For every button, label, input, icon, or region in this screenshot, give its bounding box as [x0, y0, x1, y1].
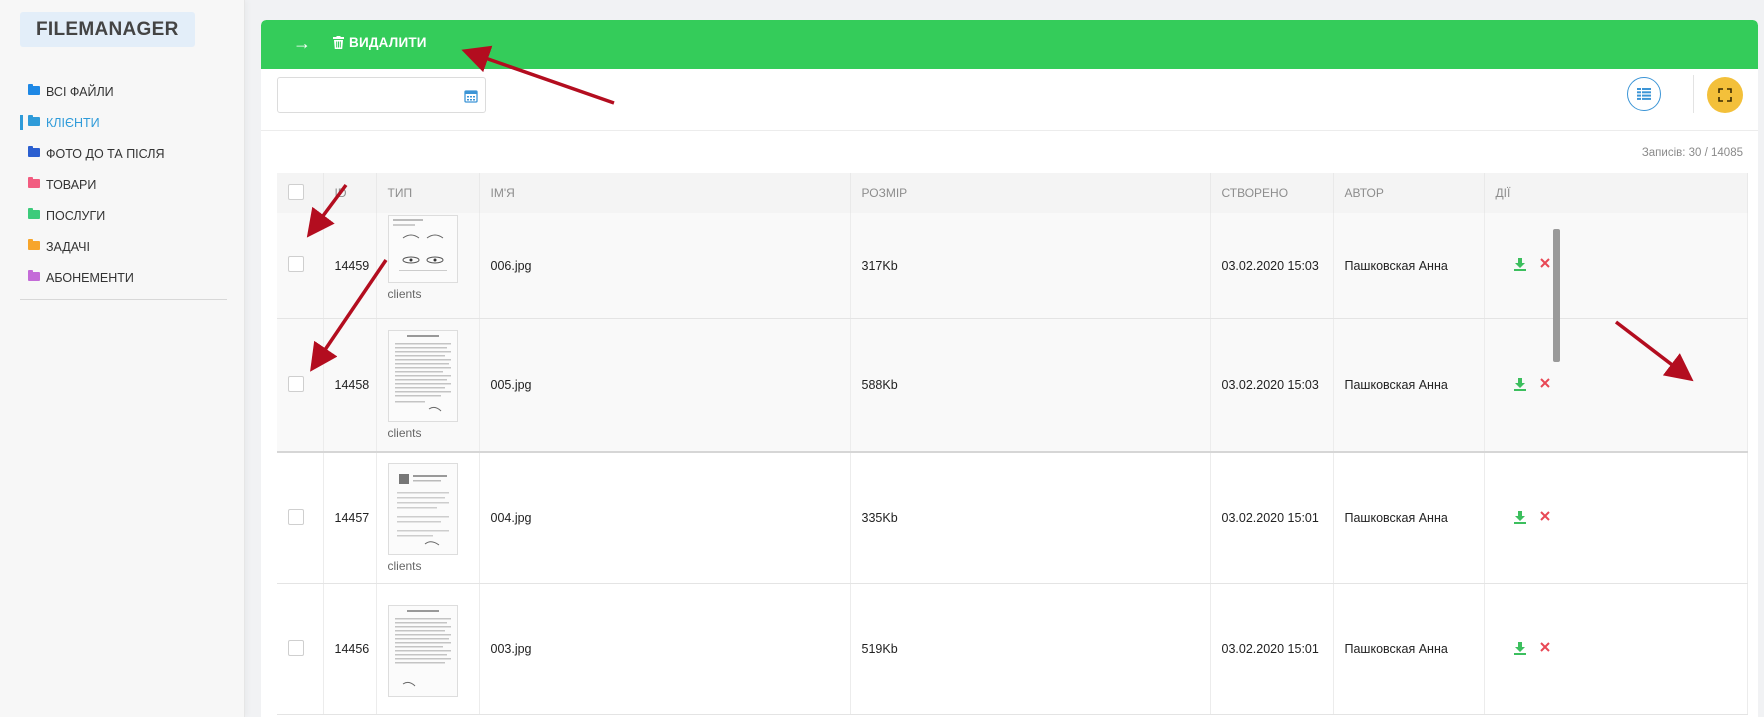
- download-icon[interactable]: [1513, 377, 1529, 393]
- toolbar-separator: [1693, 75, 1694, 113]
- file-name: 004.jpg: [479, 452, 851, 584]
- file-created: 03.02.2020 15:01: [1210, 583, 1334, 715]
- sidebar-item-label: ТОВАРИ: [46, 177, 97, 192]
- sidebar-item-label: ПОСЛУГИ: [46, 208, 106, 223]
- sidebar-item-clients[interactable]: КЛІЄНТИ: [20, 107, 230, 138]
- sidebar-item-tasks[interactable]: ЗАДАЧІ: [20, 231, 230, 262]
- records-count: Записів: 30 / 14085: [1641, 147, 1743, 159]
- column-header-type[interactable]: ТИП: [376, 173, 480, 213]
- app-brand[interactable]: FILEMANAGER: [20, 12, 195, 47]
- file-type-label: clients: [387, 559, 422, 573]
- file-size: 317Kb: [850, 213, 1211, 319]
- delete-button-label: ВИДАЛИТИ: [349, 35, 427, 50]
- file-size: 588Kb: [850, 318, 1211, 453]
- fullscreen-icon: [1718, 88, 1732, 102]
- action-toolbar: → ВИДАЛИТИ: [261, 20, 1758, 69]
- table-row[interactable]: 14456 003.jpg 519Kb 03.02.2020 15:01 Паш…: [277, 583, 1748, 715]
- table-header: ID ТИП ІМ'Я РОЗМІР СТВОРЕНО АВТОР ДІЇ: [277, 173, 1748, 213]
- row-checkbox[interactable]: [288, 375, 304, 392]
- sidebar-item-services[interactable]: ПОСЛУГИ: [20, 200, 230, 231]
- column-header-created[interactable]: СТВОРЕНО: [1210, 173, 1334, 213]
- close-icon[interactable]: [1539, 377, 1555, 393]
- file-size: 519Kb: [850, 583, 1211, 715]
- file-id: 14456: [323, 583, 377, 715]
- fullscreen-button[interactable]: [1707, 77, 1743, 113]
- row-checkbox[interactable]: [288, 508, 304, 525]
- column-header-author[interactable]: АВТОР: [1333, 173, 1485, 213]
- row-checkbox[interactable]: [288, 639, 304, 656]
- table-row[interactable]: 14459 clients 006.jpg 317Kb 03.02.2020 1…: [277, 213, 1748, 319]
- list-view-button[interactable]: [1627, 77, 1661, 111]
- file-author: Пашковская Анна: [1333, 213, 1485, 319]
- trash-icon: [333, 36, 344, 49]
- folder-icon: [28, 177, 40, 188]
- table-row[interactable]: 14458 clients 005.jpg 588Kb 03.02.2020 1…: [277, 318, 1748, 453]
- files-table: ID ТИП ІМ'Я РОЗМІР СТВОРЕНО АВТОР ДІЇ 14…: [277, 173, 1748, 715]
- column-header-actions: ДІЇ: [1484, 173, 1748, 213]
- column-header-size[interactable]: РОЗМІР: [850, 173, 1211, 213]
- sidebar-item-all-files[interactable]: ВСІ ФАЙЛИ: [20, 76, 230, 107]
- calendar-icon[interactable]: [464, 89, 478, 103]
- sidebar-item-label: КЛІЄНТИ: [46, 115, 100, 130]
- file-id: 14458: [323, 318, 377, 453]
- sidebar-item-subscriptions[interactable]: АБОНЕМЕНТИ: [20, 262, 230, 293]
- file-thumbnail[interactable]: [387, 463, 458, 555]
- delete-button[interactable]: ВИДАЛИТИ: [333, 35, 427, 50]
- file-thumbnail[interactable]: [387, 214, 458, 283]
- folder-icon: [28, 270, 40, 281]
- select-all-checkbox[interactable]: [288, 183, 304, 200]
- sidebar-item-label: ВСІ ФАЙЛИ: [46, 84, 114, 99]
- folder-icon: [28, 84, 40, 95]
- folder-icon: [28, 208, 40, 219]
- file-name: 003.jpg: [479, 583, 851, 715]
- file-type-label: clients: [387, 286, 422, 301]
- file-created: 03.02.2020 15:01: [1210, 452, 1334, 584]
- file-type-label: clients: [387, 426, 422, 440]
- file-id: 14459: [323, 213, 377, 319]
- divider: [261, 130, 1758, 131]
- file-id: 14457: [323, 452, 377, 584]
- close-icon[interactable]: [1539, 641, 1555, 657]
- scrollbar-thumb[interactable]: [1553, 229, 1560, 362]
- sidebar-item-label: ФОТО ДО ТА ПІСЛЯ: [46, 146, 165, 161]
- download-icon[interactable]: [1513, 510, 1529, 526]
- select-all-cell: [277, 173, 324, 213]
- file-name: 005.jpg: [479, 318, 851, 453]
- column-header-name[interactable]: ІМ'Я: [479, 173, 851, 213]
- column-header-id[interactable]: ID: [323, 173, 377, 213]
- file-thumbnail[interactable]: [387, 330, 458, 422]
- sidebar-item-products[interactable]: ТОВАРИ: [20, 169, 230, 200]
- main-panel: → ВИДАЛИТИ Записів: 30 / 14085 ID ТИП ІМ…: [261, 20, 1758, 717]
- folder-open-icon: [28, 115, 40, 126]
- sidebar-item-before-after[interactable]: ФОТО ДО ТА ПІСЛЯ: [20, 138, 230, 169]
- sidebar-item-label: ЗАДАЧІ: [46, 239, 90, 254]
- sidebar-item-label: АБОНЕМЕНТИ: [46, 270, 134, 285]
- folder-icon: [28, 239, 40, 250]
- file-author: Пашковская Анна: [1333, 318, 1485, 453]
- file-size: 335Kb: [850, 452, 1211, 584]
- row-checkbox[interactable]: [288, 256, 304, 272]
- close-icon[interactable]: [1539, 510, 1555, 526]
- file-author: Пашковская Анна: [1333, 583, 1485, 715]
- file-author: Пашковская Анна: [1333, 452, 1485, 584]
- file-thumbnail[interactable]: [387, 605, 458, 697]
- folder-icon: [28, 146, 40, 157]
- sidebar-nav: ВСІ ФАЙЛИ КЛІЄНТИ ФОТО ДО ТА ПІСЛЯ ТОВАР…: [20, 76, 230, 293]
- file-created: 03.02.2020 15:03: [1210, 318, 1334, 453]
- table-row[interactable]: 14457 clients 004.jpg 335Kb 03.02.2020 1…: [277, 452, 1748, 584]
- list-view-icon: [1637, 88, 1651, 100]
- file-created: 03.02.2020 15:03: [1210, 213, 1334, 319]
- download-icon[interactable]: [1513, 257, 1529, 273]
- date-filter-input[interactable]: [277, 77, 486, 113]
- sidebar: FILEMANAGER ВСІ ФАЙЛИ КЛІЄНТИ ФОТО ДО ТА…: [0, 0, 245, 717]
- download-icon[interactable]: [1513, 641, 1529, 657]
- sidebar-divider: [20, 299, 227, 300]
- arrow-right-icon[interactable]: →: [293, 33, 311, 53]
- file-name: 006.jpg: [479, 213, 851, 319]
